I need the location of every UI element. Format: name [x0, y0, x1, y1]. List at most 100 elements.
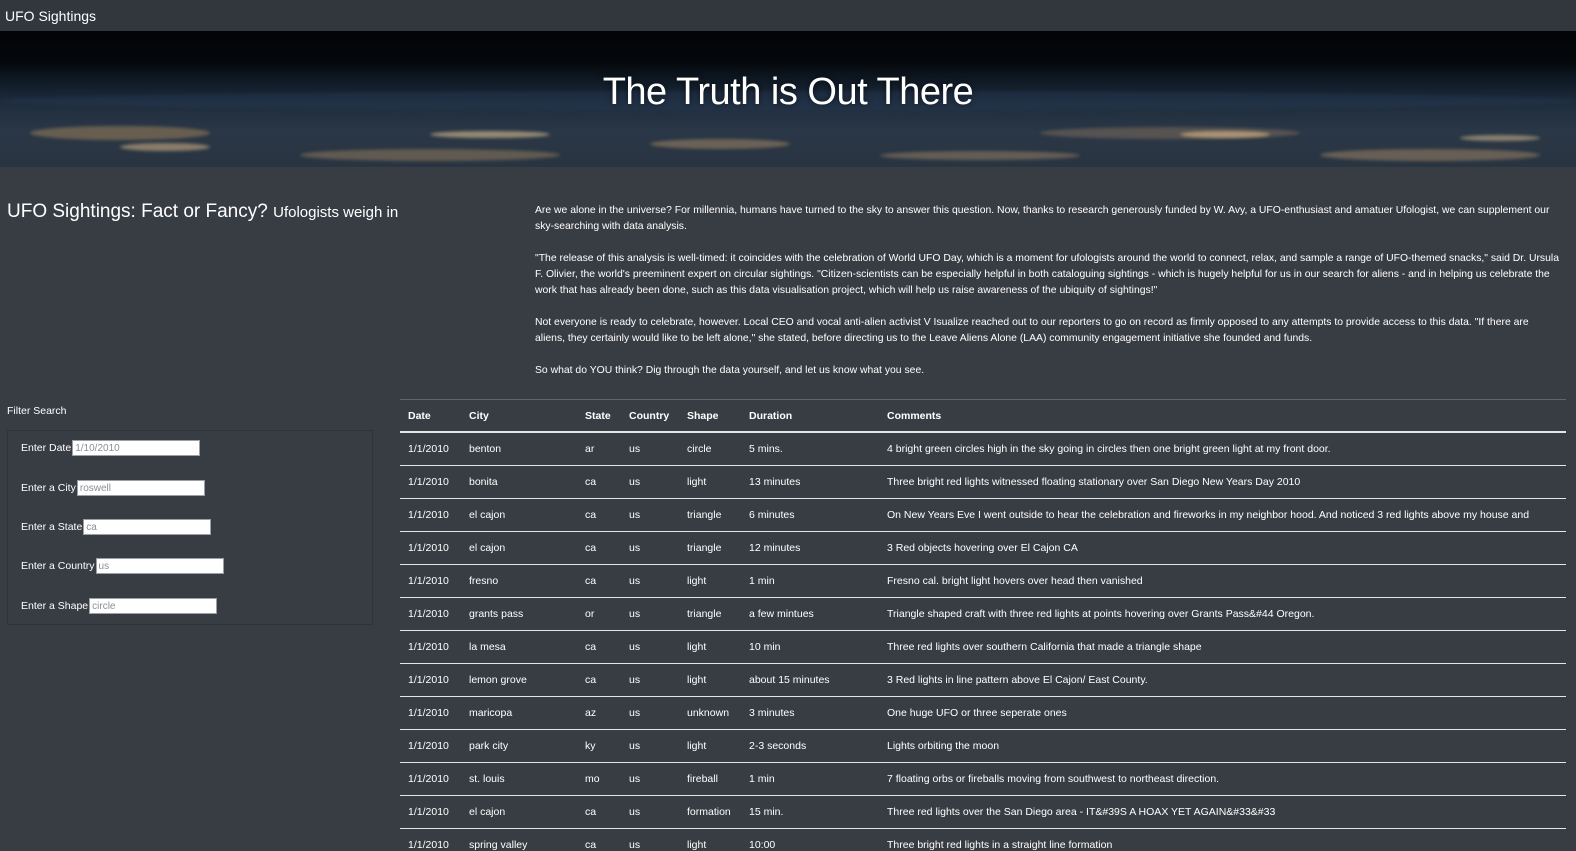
cell-shape: light	[679, 828, 741, 851]
cell-comments: 3 Red objects hovering over El Cajon CA	[879, 531, 1566, 565]
cell-duration: 1 min	[741, 762, 879, 796]
filter-panel: Enter Date Enter a City Enter a State En…	[7, 430, 373, 625]
column-header-comments: Comments	[879, 399, 1566, 433]
cell-comments: Triangle shaped craft with three red lig…	[879, 597, 1566, 631]
shape-filter-input[interactable]	[89, 598, 218, 614]
filter-state-row: Enter a State	[21, 519, 212, 535]
intro-section: UFO Sightings: Fact or Fancy? Ufologists…	[0, 167, 1576, 397]
filter-shape-row: Enter a Shape	[21, 598, 218, 614]
cell-date: 1/1/2010	[400, 828, 461, 851]
cell-state: ky	[577, 729, 621, 763]
cell-comments: On New Years Eve I went outside to hear …	[879, 498, 1566, 532]
filter-date-label: Enter Date	[21, 442, 72, 454]
cell-comments: Three red lights over southern Californi…	[879, 630, 1566, 664]
cell-country: us	[621, 762, 679, 796]
hero-banner: The Truth is Out There	[0, 31, 1576, 167]
cell-duration: 5 mins.	[741, 432, 879, 466]
table-head: Date City State Country Shape Duration C…	[400, 399, 1566, 433]
cell-comments: Lights orbiting the moon	[879, 729, 1566, 763]
table-body: 1/1/2010 benton ar us circle 5 mins. 4 bright …	[400, 432, 1566, 851]
table-row: 1/1/2010 lemon grove ca us light about 15 min…	[400, 663, 1566, 697]
cell-state: ca	[577, 465, 621, 499]
cell-duration: about 15 minutes	[741, 663, 879, 697]
cell-country: us	[621, 432, 679, 466]
cell-shape: light	[679, 663, 741, 697]
cell-state: ca	[577, 531, 621, 565]
cell-shape: formation	[679, 795, 741, 829]
cell-shape: triangle	[679, 597, 741, 631]
cell-city: el cajon	[461, 795, 577, 829]
article-body: Are we alone in the universe? For millen…	[535, 203, 1559, 395]
cell-shape: fireball	[679, 762, 741, 796]
cell-state: ca	[577, 630, 621, 664]
table-header-row: Date City State Country Shape Duration C…	[400, 399, 1566, 433]
city-filter-input[interactable]	[76, 480, 205, 496]
cell-shape: triangle	[679, 498, 741, 532]
filter-country-row: Enter a Country	[21, 558, 224, 574]
cell-date: 1/1/2010	[400, 663, 461, 697]
filter-city-label: Enter a City	[21, 482, 76, 494]
cell-shape: light	[679, 564, 741, 598]
cell-duration: 2-3 seconds	[741, 729, 879, 763]
article-title: UFO Sightings: Fact or Fancy?	[7, 201, 268, 222]
cell-duration: 1 min	[741, 564, 879, 598]
article-paragraph: Not everyone is ready to celebrate, howe…	[535, 317, 1529, 344]
article-heading: UFO Sightings: Fact or Fancy? Ufologists…	[7, 201, 398, 223]
cell-date: 1/1/2010	[400, 762, 461, 796]
cell-state: ar	[577, 432, 621, 466]
cell-state: ca	[577, 795, 621, 829]
cell-city: lemon grove	[461, 663, 577, 697]
cell-shape: unknown	[679, 696, 741, 730]
table-row: 1/1/2010 bonita ca us light 13 minutes Three b…	[400, 465, 1566, 499]
cell-comments: Three bright red lights witnessed floati…	[879, 465, 1566, 499]
cell-city: grants pass	[461, 597, 577, 631]
column-header-state: State	[577, 399, 621, 433]
cell-state: ca	[577, 828, 621, 851]
column-header-city: City	[461, 399, 577, 433]
table-row: 1/1/2010 benton ar us circle 5 mins. 4 bright …	[400, 432, 1566, 466]
navbar: UFO Sightings	[0, 0, 1576, 31]
state-filter-input[interactable]	[83, 519, 212, 535]
table-row: 1/1/2010 grants pass or us triangle a few min…	[400, 597, 1566, 631]
data-section: Filter Search Enter Date Enter a City En…	[0, 397, 1576, 851]
filter-search-title: Filter Search	[7, 405, 67, 417]
cell-date: 1/1/2010	[400, 498, 461, 532]
table-row: 1/1/2010 el cajon ca us triangle 12 minutes 3 …	[400, 531, 1566, 565]
cell-state: or	[577, 597, 621, 631]
column-header-duration: Duration	[741, 399, 879, 433]
filter-date-row: Enter Date	[21, 440, 201, 456]
cell-country: us	[621, 531, 679, 565]
cell-shape: light	[679, 465, 741, 499]
table-row: 1/1/2010 park city ky us light 2-3 seconds Lig…	[400, 729, 1566, 763]
cell-country: us	[621, 729, 679, 763]
cell-date: 1/1/2010	[400, 795, 461, 829]
cell-date: 1/1/2010	[400, 432, 461, 466]
cell-duration: 12 minutes	[741, 531, 879, 565]
cell-country: us	[621, 795, 679, 829]
filter-country-label: Enter a Country	[21, 560, 95, 572]
cell-date: 1/1/2010	[400, 564, 461, 598]
cell-state: ca	[577, 564, 621, 598]
cell-comments: Fresno cal. bright light hovers over hea…	[879, 564, 1566, 598]
filter-city-row: Enter a City	[21, 480, 205, 496]
cell-date: 1/1/2010	[400, 531, 461, 565]
cell-state: ca	[577, 663, 621, 697]
cell-comments: One huge UFO or three seperate ones	[879, 696, 1566, 730]
navbar-brand-link[interactable]: UFO Sightings	[5, 8, 96, 24]
cell-duration: 3 minutes	[741, 696, 879, 730]
cell-duration: 13 minutes	[741, 465, 879, 499]
table-row: 1/1/2010 el cajon ca us formation 15 min. Thre…	[400, 795, 1566, 829]
cell-shape: circle	[679, 432, 741, 466]
cell-duration: 15 min.	[741, 795, 879, 829]
date-filter-input[interactable]	[72, 440, 201, 456]
cell-country: us	[621, 564, 679, 598]
column-header-date: Date	[400, 399, 461, 433]
table-row: 1/1/2010 la mesa ca us light 10 min Three red …	[400, 630, 1566, 664]
cell-comments: 4 bright green circles high in the sky g…	[879, 432, 1566, 466]
article-subtitle: Ufologists weigh in	[273, 204, 399, 221]
cell-state: mo	[577, 762, 621, 796]
country-filter-input[interactable]	[95, 558, 224, 574]
table-row: 1/1/2010 st. louis mo us fireball 1 min 7 floa…	[400, 762, 1566, 796]
cell-state: az	[577, 696, 621, 730]
cell-city: st. louis	[461, 762, 577, 796]
